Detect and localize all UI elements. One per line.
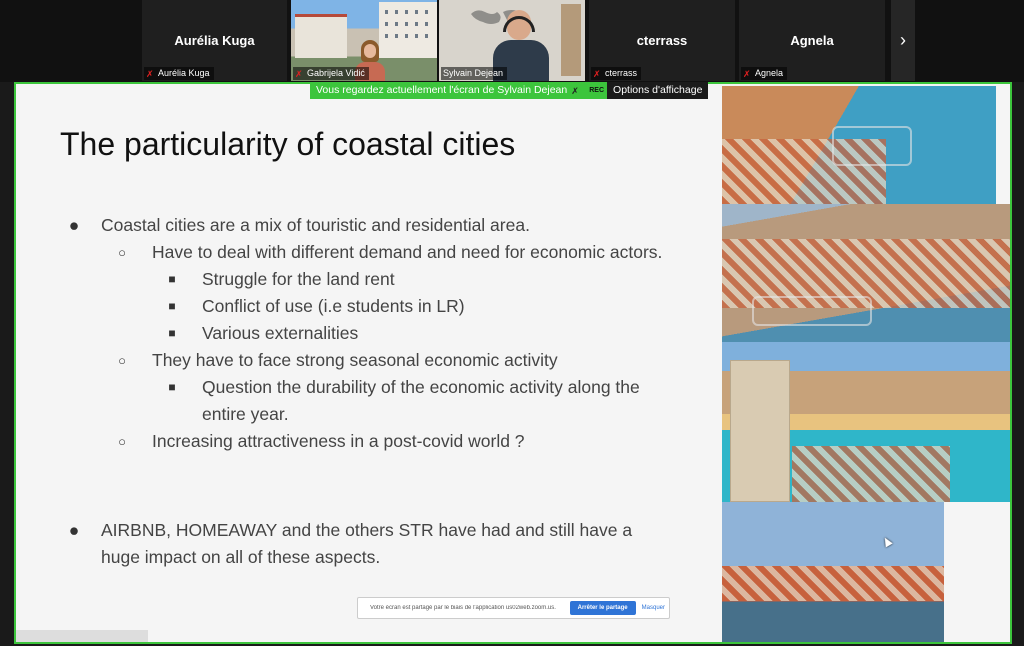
bullet-item-level-3: ■ Question the durability of the economic… [64,374,664,428]
screen-share-banner: Vous regardez actuellement l'écran de Sy… [310,82,709,99]
participant-tile-aurelia[interactable]: Aurélia Kuga ✗ Aurélia Kuga [142,0,287,81]
share-notification-bar: Votre écran est partagé par le biais de … [357,597,670,619]
bullet-marker-icon: ○ [118,353,126,368]
mic-off-icon: ✗ [571,85,579,96]
building-graphic [295,14,347,58]
bullet-marker-icon: ■ [168,272,176,286]
bullet-marker-icon: ■ [168,299,176,313]
coastal-city-photo [722,204,1010,342]
participant-name: Agnela [755,68,784,78]
bullet-marker-icon: ○ [118,434,126,449]
hide-button[interactable]: Masquer [642,605,665,611]
participant-name-tag: ✗ Agnela [741,67,788,80]
chevron-right-icon[interactable]: › [891,0,915,81]
mic-off-icon: ✗ [593,68,601,79]
zoom-window: Aurélia Kuga ✗ Aurélia Kuga ✗ Gabrijela … [0,0,1024,646]
bullet-marker-icon: ■ [168,326,176,340]
participant-name-tag: ✗ Aurélia Kuga [144,67,214,80]
shared-screen: The particularity of coastal cities ● Coa… [14,82,1012,644]
presentation-slide: The particularity of coastal cities ● Coa… [16,84,1010,642]
coastal-city-photo [722,502,944,642]
participant-tile-sylvain[interactable]: Sylvain Dejean [439,0,585,81]
bullet-text: Increasing attractiveness in a post-covi… [152,431,525,451]
recording-indicator: REC [586,82,608,99]
participant-name-tag: ✗ Gabrijela Vidić [293,67,369,80]
bullet-item-level-3: ■ Conflict of use (i.e students in LR) [64,293,664,320]
viewing-message-text: Vous regardez actuellement l'écran de Sy… [316,84,568,96]
participant-name: Aurélia Kuga [158,68,210,78]
participant-name: cterrass [605,68,638,78]
participant-name: Gabrijela Vidić [307,68,365,78]
bullet-item-level-2: ○ They have to face strong seasonal econo… [64,347,664,374]
coastal-city-photo [722,342,1010,502]
bullet-text: AIRBNB, HOMEAWAY and the others STR have… [101,520,633,567]
stop-sharing-button[interactable]: Arrêter le partage [569,601,636,615]
bullet-marker-icon: ■ [168,380,176,394]
coastal-city-photo [722,86,996,204]
bullet-item-level-3: ■ Various externalities [64,320,664,347]
mic-off-icon: ✗ [295,68,303,79]
participant-strip: Aurélia Kuga ✗ Aurélia Kuga ✗ Gabrijela … [0,0,1024,82]
participant-big-name: cterrass [636,33,688,48]
participant-name: Sylvain Dejean [443,68,504,78]
participant-tile-gabrijela[interactable]: ✗ Gabrijela Vidić [291,0,437,81]
building-graphic [379,2,437,58]
bullet-text: Coastal cities are a mix of touristic an… [101,215,530,235]
view-options-button[interactable]: Options d'affichage [607,82,709,99]
share-notification-text: Votre écran est partagé par le biais de … [370,605,556,611]
participant-big-name: Aurélia Kuga [174,33,255,48]
bullet-text: Conflict of use (i.e students in LR) [202,296,465,316]
shelf-graphic [561,4,581,76]
bullet-item-level-3: ■ Struggle for the land rent [64,266,664,293]
participant-tile-cterrass[interactable]: cterrass ✗ cterrass [589,0,735,81]
bullet-text: Have to deal with different demand and n… [152,242,663,262]
taskbar-fragment [16,630,148,642]
slide-bullet-list: ● Coastal cities are a mix of touristic a… [64,212,664,571]
bullet-marker-icon: ● [68,520,80,540]
bullet-item-level-2: ○ Increasing attractiveness in a post-cov… [64,428,664,455]
viewing-message: Vous regardez actuellement l'écran de Sy… [310,82,587,99]
bullet-text: They have to face strong seasonal econom… [152,350,558,370]
bullet-item-level-1: ● AIRBNB, HOMEAWAY and the others STR hav… [64,517,664,571]
bullet-item-level-2: ○ Have to deal with different demand and … [64,239,664,266]
bullet-item-level-1: ● Coastal cities are a mix of touristic a… [64,212,664,239]
bullet-text: Struggle for the land rent [202,269,395,289]
bullet-text: Question the durability of the economic … [202,377,640,424]
participant-name-tag: Sylvain Dejean [441,67,508,80]
participant-big-name: Agnela [790,33,834,48]
slide-title: The particularity of coastal cities [60,126,516,162]
bullet-text: Various externalities [202,323,359,343]
bullet-marker-icon: ● [68,215,80,235]
participant-name-tag: ✗ cterrass [591,67,642,80]
bullet-spacer [64,455,664,517]
mic-off-icon: ✗ [743,68,751,79]
bullet-marker-icon: ○ [118,245,126,260]
participant-tile-agnela[interactable]: Agnela ✗ Agnela [739,0,885,81]
mic-off-icon: ✗ [146,68,154,79]
